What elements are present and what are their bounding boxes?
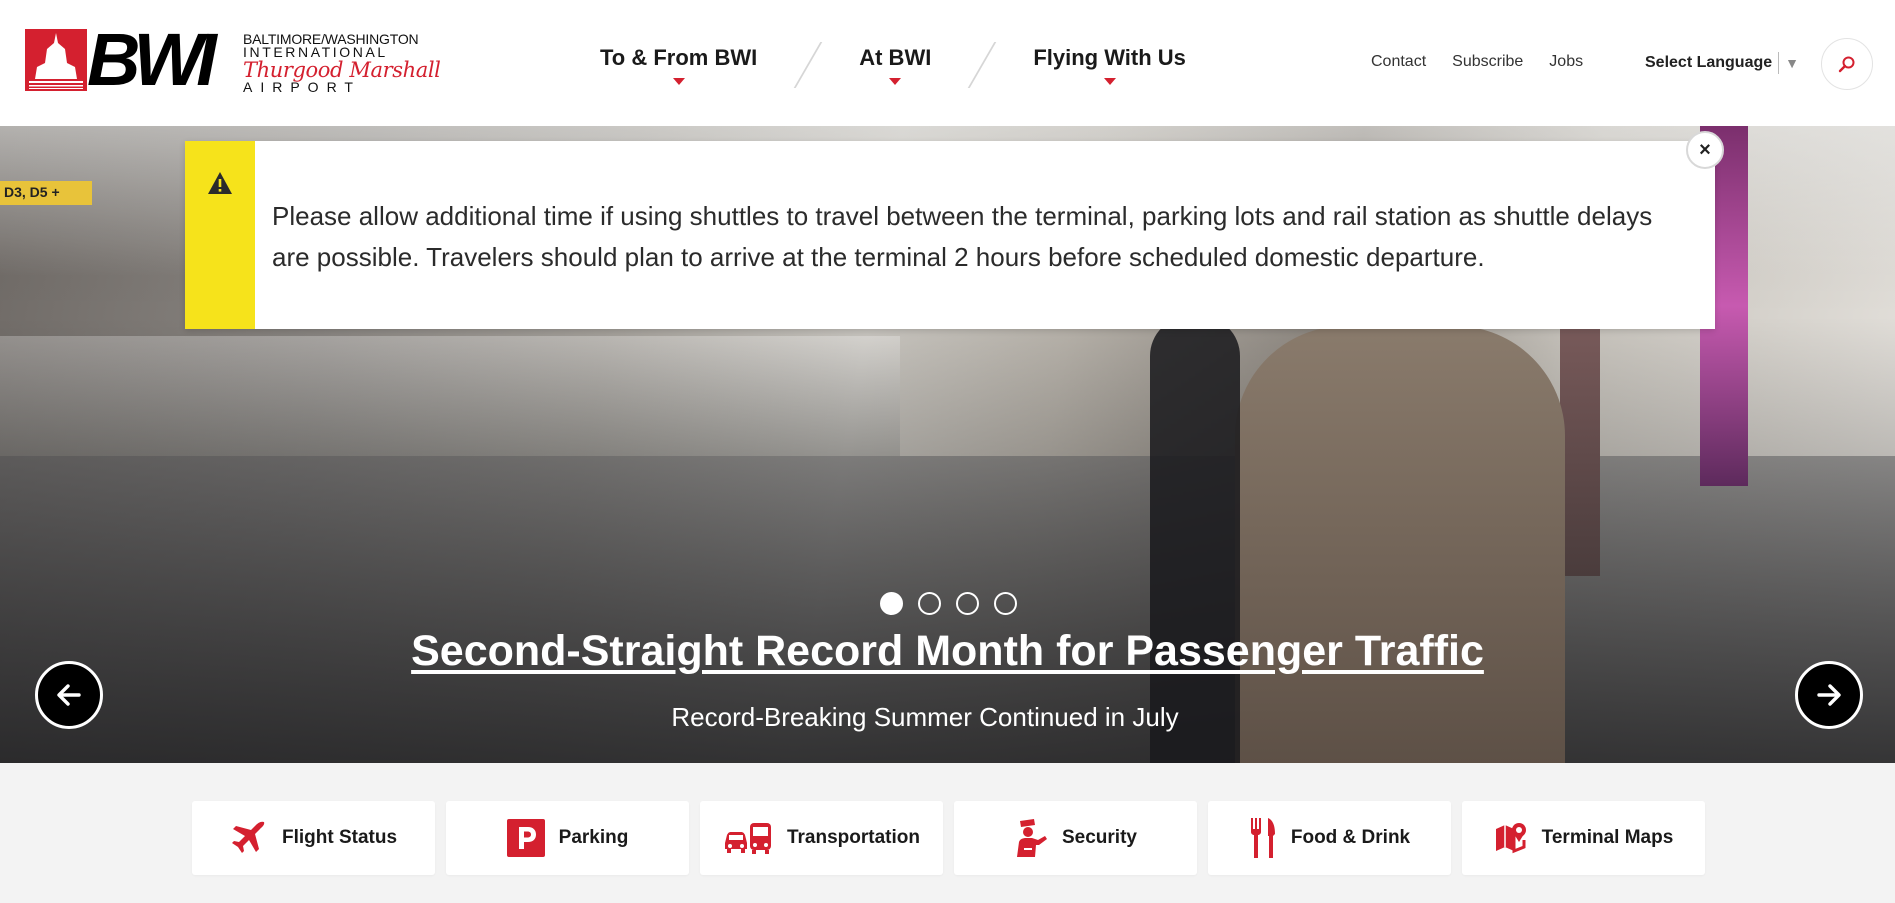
capitol-dome-icon	[25, 29, 87, 91]
carousel-pagination	[880, 592, 1017, 615]
security-officer-icon	[1017, 819, 1047, 857]
quick-link-label: Security	[1062, 827, 1137, 848]
parking-icon	[506, 819, 545, 857]
carousel-next-button[interactable]	[1795, 661, 1863, 729]
arrow-left-icon	[57, 684, 81, 706]
hero-photo-railing	[0, 336, 900, 456]
alert-close-button[interactable]: ×	[1686, 131, 1724, 169]
nav-divider	[793, 42, 823, 88]
main-nav: To & From BWI At BWI Flying With Us	[600, 40, 1186, 90]
quick-link-security[interactable]: Security	[954, 801, 1197, 875]
alert-message: Please allow additional time if using sh…	[272, 201, 1653, 272]
utility-nav: Contact Subscribe Jobs	[1371, 53, 1583, 71]
nav-to-from-bwi[interactable]: To & From BWI	[600, 45, 757, 85]
nav-at-bwi[interactable]: At BWI	[859, 45, 931, 85]
car-bus-icon	[724, 823, 771, 854]
carousel-dot[interactable]	[994, 592, 1017, 615]
map-pin-icon	[1495, 823, 1526, 854]
quick-link-terminal-maps[interactable]: Terminal Maps	[1462, 801, 1705, 875]
caret-down-icon	[1103, 78, 1116, 85]
quick-link-food-drink[interactable]: Food & Drink	[1208, 801, 1451, 875]
nav-flying-with-us[interactable]: Flying With Us	[1033, 45, 1186, 85]
carousel-prev-button[interactable]	[35, 661, 103, 729]
airplane-icon	[231, 821, 265, 853]
contact-link[interactable]: Contact	[1371, 53, 1426, 71]
language-select-label: Select Language	[1645, 54, 1773, 71]
quick-link-flight-status[interactable]: Flight Status	[192, 801, 435, 875]
logo-mark: BWI	[87, 18, 217, 101]
nav-label: To & From BWI	[600, 45, 758, 70]
quick-link-transportation[interactable]: Transportation	[700, 801, 943, 875]
site-header: BWI BALTIMORE/WASHINGTON INTERNATIONAL T…	[0, 0, 1895, 126]
warning-icon	[208, 172, 232, 194]
quick-link-label: Transportation	[786, 827, 920, 848]
hero-subheadline: Record-Breaking Summer Continued in July	[671, 702, 1179, 732]
language-select[interactable]: Select Language ▼	[1645, 52, 1799, 74]
carousel-dot[interactable]	[918, 592, 941, 615]
triangle-down-icon: ▼	[1785, 55, 1800, 71]
quick-link-label: Terminal Maps	[1541, 827, 1674, 848]
language-divider	[1778, 52, 1780, 74]
logo-wordmark: BALTIMORE/WASHINGTON INTERNATIONAL Thurg…	[243, 29, 441, 95]
close-icon: ×	[1699, 138, 1711, 161]
search-button[interactable]	[1821, 38, 1873, 90]
nav-label: Flying With Us	[1033, 45, 1186, 70]
quick-link-parking[interactable]: Parking	[446, 801, 689, 875]
hero-photo-traveler	[1150, 316, 1240, 763]
arrow-right-icon	[1817, 684, 1841, 706]
nav-label: At BWI	[859, 45, 932, 70]
hero-photo-traveler	[1235, 326, 1565, 763]
hero-headline-link[interactable]: Second-Straight Record Month for Passeng…	[411, 627, 1484, 675]
quick-link-label: Food & Drink	[1290, 827, 1411, 848]
quick-link-label: Flight Status	[281, 827, 398, 848]
caret-down-icon	[889, 78, 902, 85]
quick-links: Flight Status Parking Transportation Sec…	[192, 801, 1705, 875]
hero-photo-gate-sign: D3, D5 +	[0, 181, 92, 205]
logo-line-4: AIRPORT	[243, 79, 361, 95]
subscribe-link[interactable]: Subscribe	[1452, 53, 1523, 71]
bwi-logo[interactable]: BWI BALTIMORE/WASHINGTON INTERNATIONAL T…	[25, 23, 441, 97]
alert-banner: Please allow additional time if using sh…	[185, 141, 1715, 329]
alert-stripe	[185, 141, 255, 329]
carousel-dot[interactable]	[880, 592, 903, 615]
hero-headline-wrap: Second-Straight Record Month for Passeng…	[0, 627, 1895, 676]
quick-link-label: Parking	[558, 827, 629, 848]
carousel-dot[interactable]	[956, 592, 979, 615]
fork-knife-icon	[1250, 818, 1275, 858]
search-icon	[1838, 56, 1855, 73]
nav-divider	[968, 42, 997, 88]
hero-photo-wall-art	[1560, 316, 1600, 576]
jobs-link[interactable]: Jobs	[1549, 53, 1583, 71]
caret-down-icon	[672, 78, 685, 85]
